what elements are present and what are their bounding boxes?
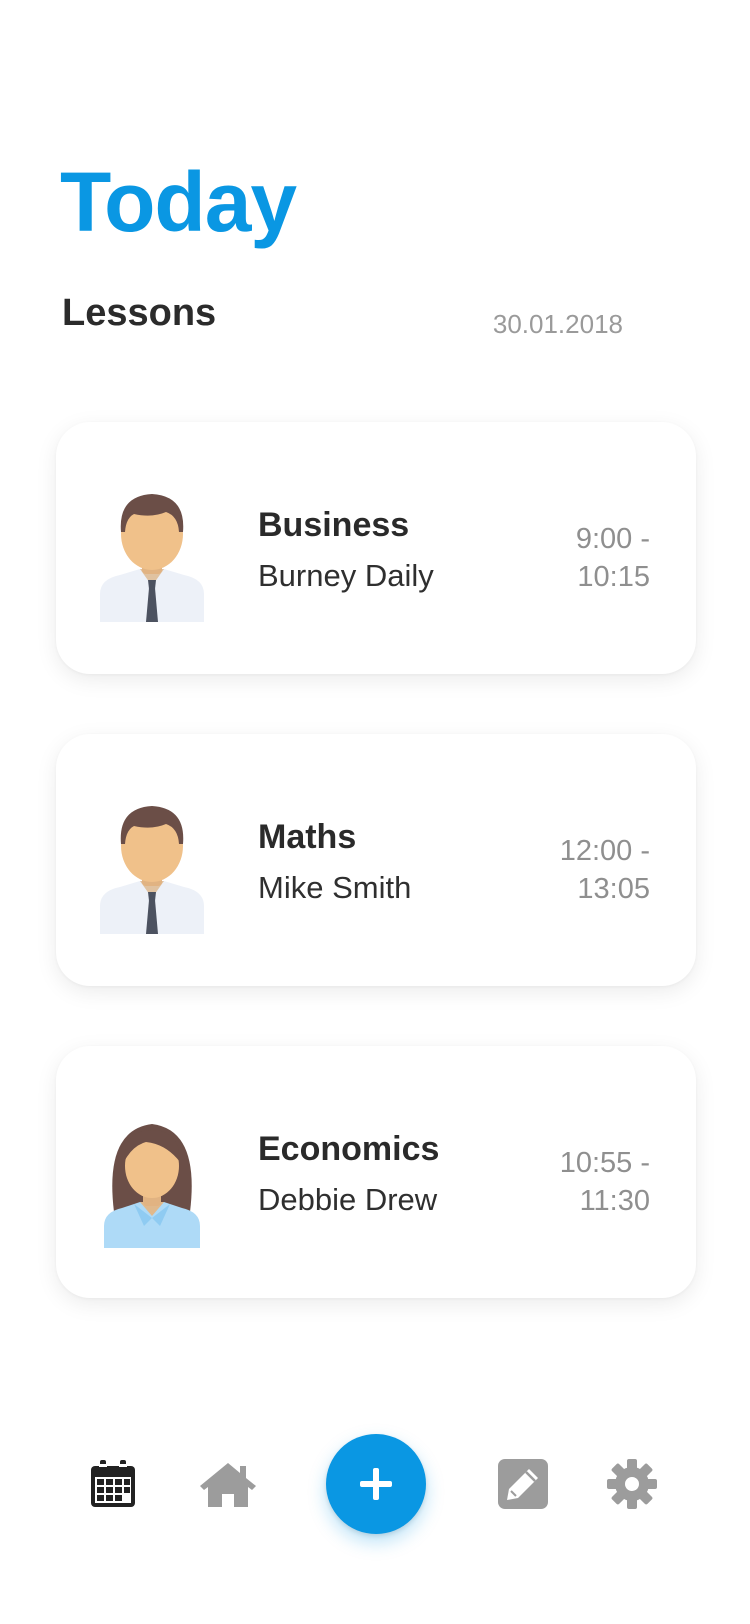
lesson-time-end: 11:30 [579,1185,650,1217]
female-avatar-icon [86,1100,218,1248]
add-button[interactable] [326,1434,426,1534]
bottom-nav [0,1420,750,1550]
male-avatar-icon [86,476,218,624]
lesson-time-end: 13:05 [577,873,650,905]
lesson-time-start: 10:55 - [559,1147,650,1179]
page-title: Today [60,155,297,249]
date-label: 30.01.2018 [492,309,623,339]
lesson-time: 9:00 - 10:15 [576,520,650,596]
lesson-time: 10:55 - 11:30 [560,1144,650,1220]
section-title: Lessons [62,292,217,334]
lesson-subject: Business [258,506,410,544]
lesson-time: 12:00 - 13:05 [560,832,650,908]
gear-icon[interactable] [604,1456,660,1512]
calendar-icon[interactable] [86,1456,140,1512]
lesson-teacher: Burney Daily [258,558,434,593]
lesson-card-economics[interactable]: Economics Debbie Drew 10:55 - 11:30 [56,1046,696,1298]
male-avatar-icon [86,788,218,936]
lesson-card-business[interactable]: Business Burney Daily 9:00 - 10:15 [56,422,696,674]
lesson-subject: Maths [258,818,357,856]
lesson-teacher: Mike Smith [258,870,412,905]
pencil-icon[interactable] [497,1458,549,1510]
lesson-subject: Economics [258,1130,440,1168]
lesson-teacher: Debbie Drew [258,1182,438,1217]
plus-icon [360,1468,392,1500]
lesson-time-start: 9:00 - [575,523,650,555]
lesson-time-start: 12:00 - [559,835,650,867]
lesson-time-end: 10:15 [577,561,650,593]
lesson-card-maths[interactable]: Maths Mike Smith 12:00 - 13:05 [56,734,696,986]
home-icon[interactable] [197,1456,259,1512]
